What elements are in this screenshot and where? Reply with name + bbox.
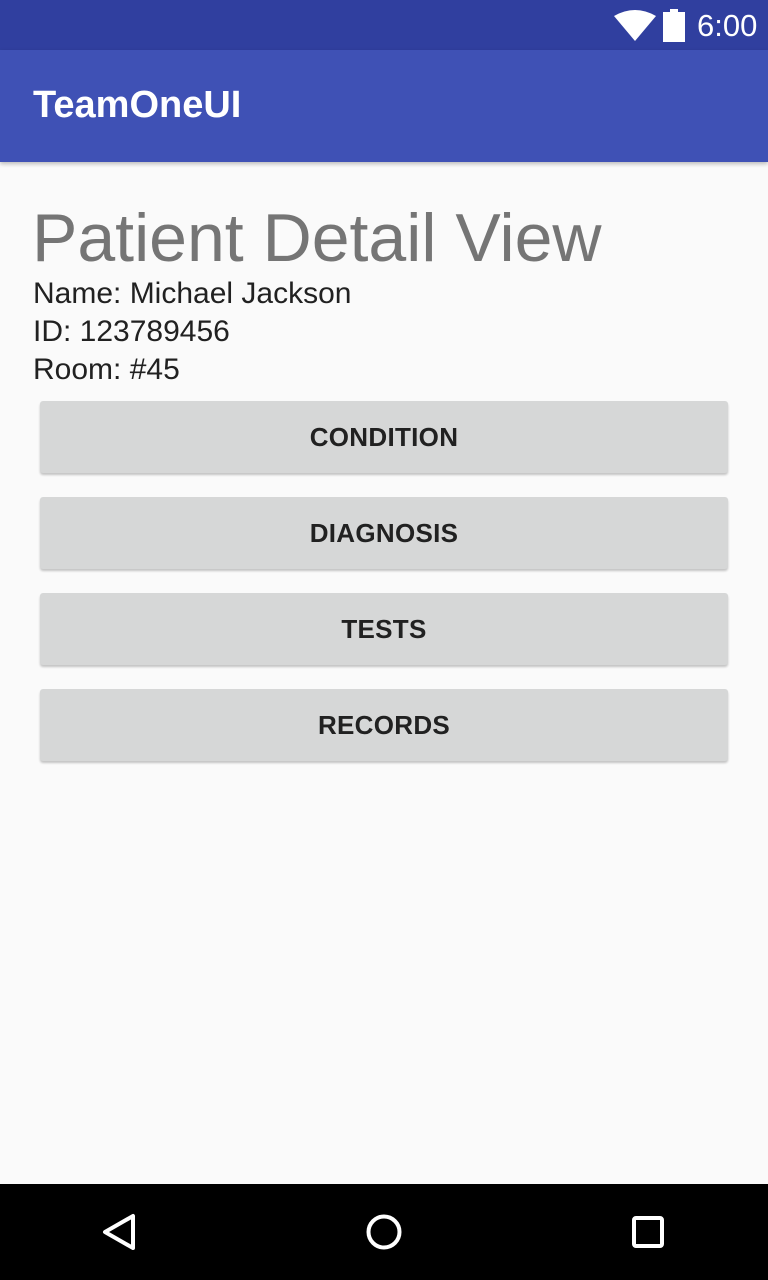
records-button[interactable]: RECORDS [40,689,728,761]
recents-icon [632,1216,664,1248]
status-bar: 6:00 [0,0,768,50]
app-bar: TeamOneUI [0,50,768,162]
diagnosis-button[interactable]: DIAGNOSIS [40,497,728,569]
battery-icon [663,9,685,42]
navigation-bar [0,1184,768,1280]
patient-name: Name: Michael Jackson [33,277,352,310]
status-time: 6:00 [697,8,758,43]
condition-button[interactable]: CONDITION [40,401,728,473]
app-title: TeamOneUI [33,84,242,126]
page-title: Patient Detail View [32,200,602,276]
tests-button[interactable]: TESTS [40,593,728,665]
main-content: Patient Detail View Name: Michael Jackso… [0,162,768,1184]
home-button[interactable] [336,1184,432,1280]
patient-room: Room: #45 [33,353,180,386]
patient-id: ID: 123789456 [33,315,230,348]
back-icon [103,1214,135,1250]
back-button[interactable] [72,1184,168,1280]
wifi-icon [614,10,656,41]
home-icon [366,1214,402,1250]
recents-button[interactable] [600,1184,696,1280]
